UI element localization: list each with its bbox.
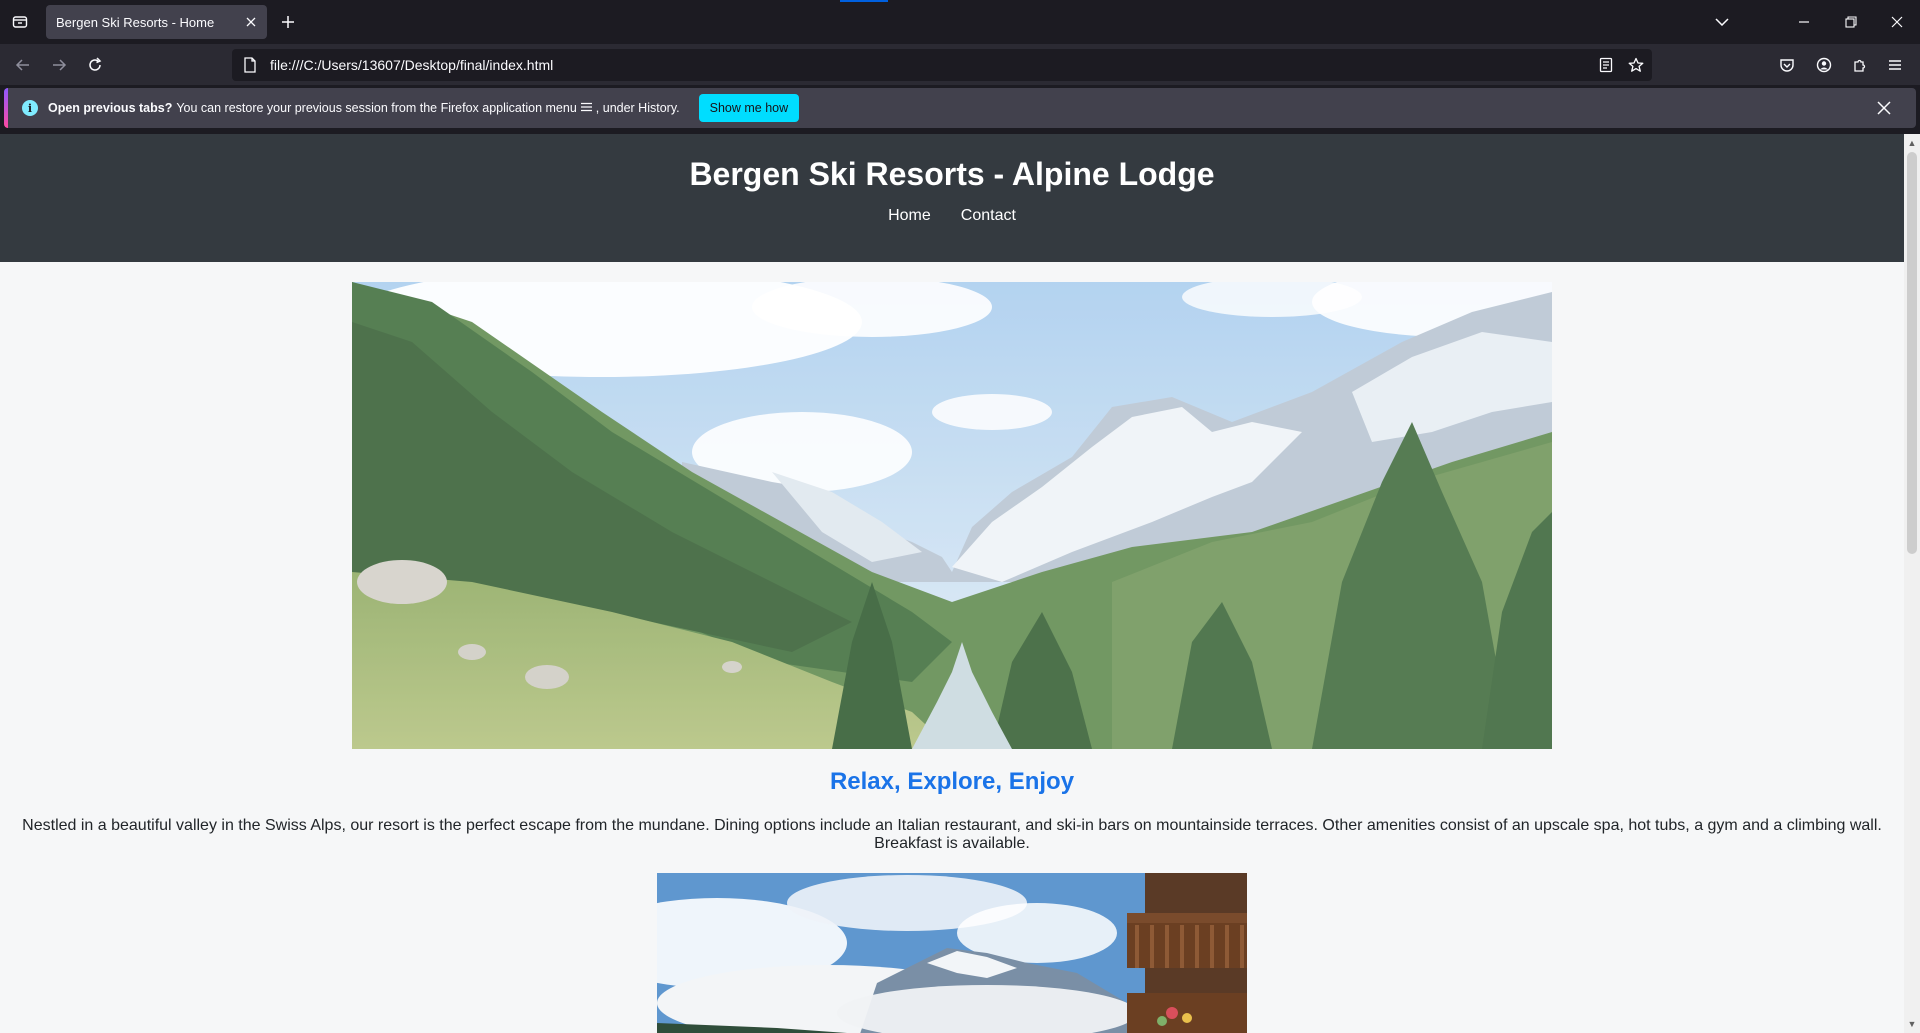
account-icon[interactable] (1811, 52, 1837, 78)
reload-icon[interactable] (82, 52, 108, 78)
scroll-up-icon[interactable]: ▲ (1904, 136, 1920, 150)
reader-view-icon[interactable] (1592, 51, 1620, 79)
section-description: Nestled in a beautiful valley in the Swi… (22, 817, 1882, 852)
minimize-icon[interactable] (1790, 8, 1818, 36)
app-menu-icon[interactable] (1882, 52, 1908, 78)
tab-title: Bergen Ski Resorts - Home (56, 14, 215, 30)
info-icon: i (22, 100, 38, 116)
site-title: Bergen Ski Resorts - Alpine Lodge (689, 156, 1215, 192)
new-tab-icon[interactable] (276, 10, 300, 34)
page-icon (240, 55, 260, 75)
extensions-icon[interactable] (1847, 52, 1873, 78)
browser-tab[interactable]: Bergen Ski Resorts - Home (46, 5, 267, 39)
hero-mountain-valley-image (352, 282, 1552, 749)
navigation-toolbar: file:///C:/Users/13607/Desktop/final/ind… (0, 44, 1920, 85)
browser-titlebar: Bergen Ski Resorts - Home (0, 0, 1920, 44)
url-text: file:///C:/Users/13607/Desktop/final/ind… (270, 57, 554, 73)
section-heading: Relax, Explore, Enjoy (829, 768, 1075, 795)
close-notification-icon[interactable] (1872, 96, 1896, 120)
nav-home-link[interactable]: Home (888, 207, 931, 225)
back-icon[interactable] (10, 52, 36, 78)
site-nav: Home Contact (0, 207, 1904, 225)
close-tab-icon[interactable] (239, 10, 263, 34)
tab-drag-indicator (840, 0, 888, 2)
page-scrollbar[interactable]: ▲ ▼ (1904, 134, 1920, 1033)
bookmark-star-icon[interactable] (1622, 51, 1650, 79)
notification-title: Open previous tabs? (48, 101, 173, 115)
page-viewport: Bergen Ski Resorts - Alpine Lodge Home C… (0, 134, 1904, 1033)
show-me-how-button[interactable]: Show me how (698, 94, 800, 122)
hamburger-menu-icon (580, 101, 592, 115)
list-all-tabs-icon[interactable] (1708, 8, 1736, 36)
close-window-icon[interactable] (1883, 8, 1911, 36)
restore-icon[interactable] (1837, 8, 1865, 36)
firefox-view-icon[interactable] (8, 10, 32, 34)
address-bar[interactable]: file:///C:/Users/13607/Desktop/final/ind… (232, 49, 1652, 81)
scroll-down-icon[interactable]: ▼ (1904, 1017, 1920, 1031)
scrollbar-thumb[interactable] (1907, 152, 1917, 554)
restore-session-notification: i Open previous tabs? You can restore yo… (4, 88, 1916, 128)
nav-contact-link[interactable]: Contact (961, 207, 1016, 225)
notification-text: You can restore your previous session fr… (176, 101, 577, 115)
forward-icon[interactable] (46, 52, 72, 78)
site-header: Bergen Ski Resorts - Alpine Lodge Home C… (0, 134, 1904, 262)
pocket-icon[interactable] (1774, 52, 1800, 78)
chalet-mountain-image (657, 873, 1247, 1033)
notification-text-end: , under History. (595, 101, 680, 115)
